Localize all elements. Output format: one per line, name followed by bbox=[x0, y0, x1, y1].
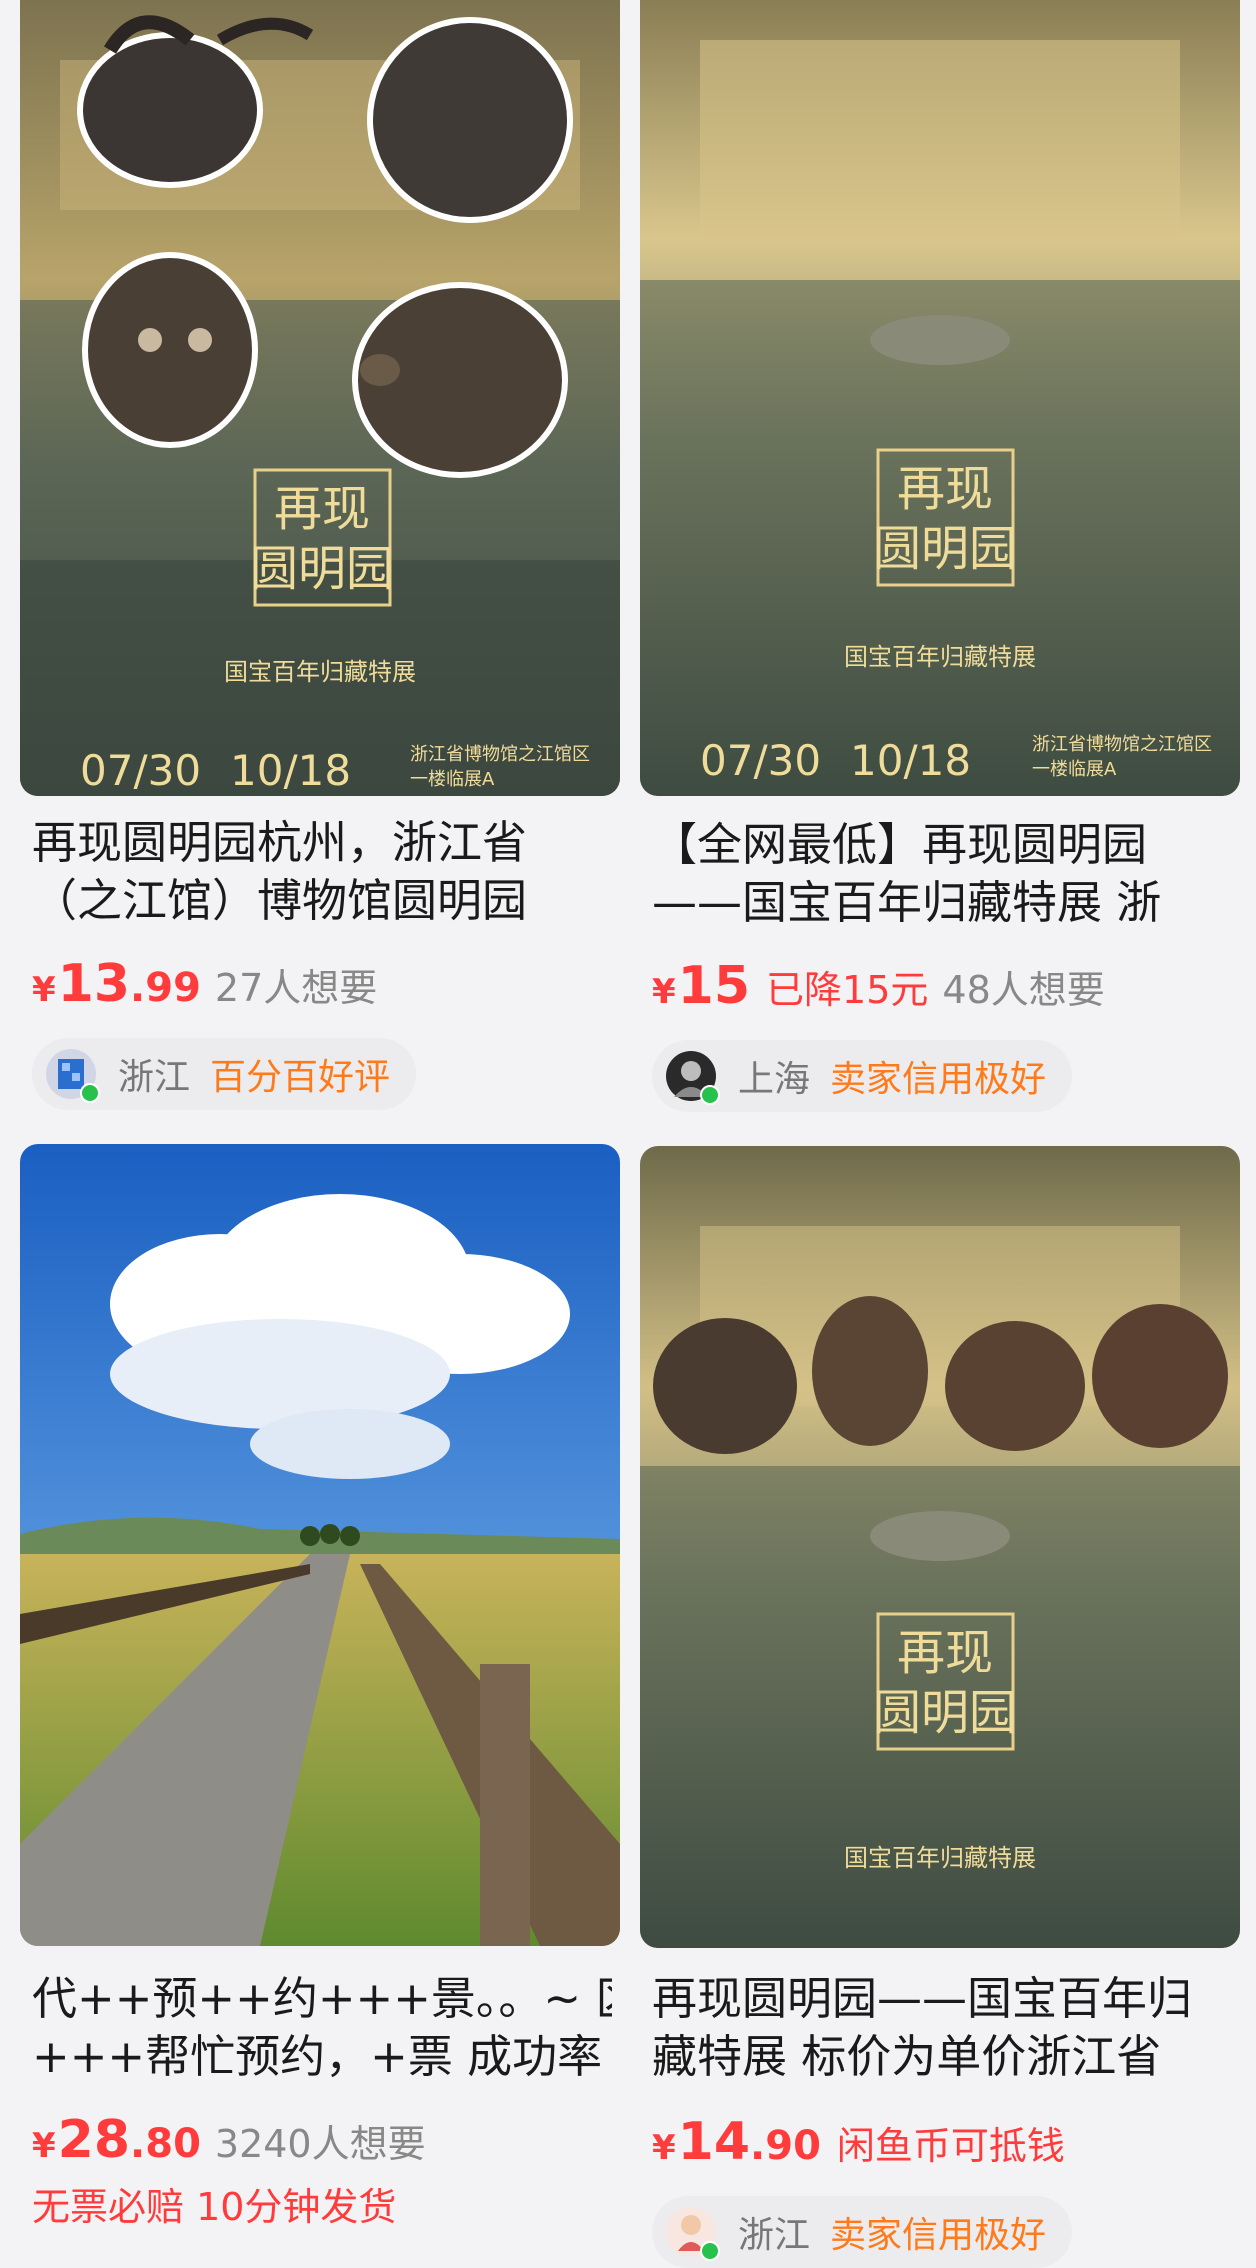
product-title[interactable]: 【全网最低】再现圆明园 ——国宝百年归藏特展 浙 bbox=[652, 816, 1232, 932]
svg-text:一楼临展A: 一楼临展A bbox=[410, 769, 495, 790]
seller-rating-tag: 百分百好评 bbox=[210, 1057, 391, 1098]
svg-text:一楼临展A: 一楼临展A bbox=[1032, 759, 1117, 780]
currency-symbol: ¥ bbox=[32, 970, 56, 1010]
avatar bbox=[666, 1051, 720, 1105]
online-indicator bbox=[700, 2241, 720, 2261]
price-decimal: .90 bbox=[750, 2123, 821, 2169]
price-decimal: .80 bbox=[130, 2121, 201, 2167]
title-line-1: 再现圆明园——国宝百年归 bbox=[652, 1972, 1193, 2025]
svg-text:圆明园: 圆明园 bbox=[873, 521, 1017, 577]
price-row: ¥ 13 .99 27人想要 bbox=[32, 954, 377, 1018]
product-image[interactable]: 再现 圆明园 国宝百年归藏特展 07/30 10/18 浙江省博物馆之江馆区 一… bbox=[20, 0, 620, 796]
monkey-head-icon bbox=[812, 1296, 928, 1446]
ox-head-icon bbox=[653, 1318, 797, 1454]
svg-text:07/30: 07/30 bbox=[700, 736, 821, 785]
price-row: ¥ 14 .90 闲鱼币可抵钱 bbox=[652, 2112, 1065, 2176]
product-title[interactable]: 再现圆明园——国宝百年归 藏特展 标价为单价浙江省 bbox=[652, 1970, 1232, 2086]
online-indicator bbox=[80, 1083, 100, 1103]
product-title[interactable]: 再现圆明园杭州，浙江省 （之江馆）博物馆圆明园 bbox=[32, 814, 612, 930]
coin-discount-tag: 闲鱼币可抵钱 bbox=[836, 2124, 1065, 2168]
tiger-head-icon bbox=[1092, 1304, 1228, 1448]
price-integer: 13 bbox=[57, 954, 131, 1014]
seller-location: 浙江 bbox=[118, 1057, 191, 1098]
price-integer: 14 bbox=[677, 2112, 751, 2172]
want-count: 48人想要 bbox=[942, 968, 1105, 1012]
seller-badge[interactable]: 上海 卖家信用极好 bbox=[652, 1040, 1073, 1112]
title-line-2: （之江馆）博物馆圆明园 bbox=[32, 874, 528, 927]
seller-badge[interactable]: 浙江 百分百好评 bbox=[32, 1038, 417, 1110]
title-line-1: 【全网最低】再现圆明园 bbox=[652, 818, 1148, 871]
monkey-head-icon bbox=[82, 252, 258, 448]
avatar bbox=[46, 1049, 100, 1103]
title-line-1: 再现圆明园杭州，浙江省 bbox=[32, 816, 528, 869]
seller-location: 浙江 bbox=[738, 2215, 811, 2256]
svg-text:再现: 再现 bbox=[897, 1625, 993, 1681]
title-line-1: 代++预++约+++景。。~ 区 bbox=[32, 1972, 612, 2025]
svg-text:圆明园: 圆明园 bbox=[250, 541, 394, 597]
price-drop-tag: 已降15元 bbox=[766, 968, 929, 1012]
title-line-2: 藏特展 标价为单价浙江省 bbox=[652, 2030, 1162, 2083]
seller-location: 上海 bbox=[738, 1059, 811, 1100]
title-line-2: ——国宝百年归藏特展 浙 bbox=[652, 876, 1162, 929]
svg-text:再现: 再现 bbox=[274, 481, 370, 537]
svg-text:国宝百年归藏特展: 国宝百年归藏特展 bbox=[844, 643, 1036, 671]
currency-symbol: ¥ bbox=[652, 2128, 676, 2168]
svg-text:浙江省博物馆之江馆区: 浙江省博物馆之江馆区 bbox=[1032, 734, 1212, 755]
svg-text:圆明园: 圆明园 bbox=[873, 1685, 1017, 1741]
seller-badge[interactable]: 浙江 卖家信用极好 bbox=[652, 2196, 1073, 2268]
product-title[interactable]: 代++预++约+++景。。~ 区 +++帮忙预约，+票 成功率 bbox=[32, 1970, 612, 2086]
currency-symbol: ¥ bbox=[32, 2126, 56, 2166]
pig-head-icon bbox=[352, 282, 568, 478]
svg-text:10/18: 10/18 bbox=[230, 746, 351, 795]
promo-text: 无票必赔 10分钟发货 bbox=[32, 2185, 397, 2229]
tiger-head-icon bbox=[367, 17, 573, 223]
avatar bbox=[666, 2207, 720, 2261]
svg-text:浙江省博物馆之江馆区: 浙江省博物馆之江馆区 bbox=[410, 744, 590, 765]
product-image[interactable]: 再现 圆明园 国宝百年归藏特展 bbox=[640, 1146, 1240, 1948]
online-indicator bbox=[700, 1085, 720, 1105]
seller-rating-tag: 卖家信用极好 bbox=[830, 2215, 1047, 2256]
want-count: 3240人想要 bbox=[214, 2122, 426, 2166]
svg-text:07/30: 07/30 bbox=[80, 746, 201, 795]
price-decimal: .99 bbox=[130, 965, 201, 1011]
price-integer: 28 bbox=[57, 2110, 131, 2170]
price-integer: 15 bbox=[677, 956, 751, 1016]
svg-text:国宝百年归藏特展: 国宝百年归藏特展 bbox=[224, 658, 416, 686]
title-line-2: +++帮忙预约，+票 成功率 bbox=[32, 2030, 603, 2083]
seller-rating-tag: 卖家信用极好 bbox=[830, 1059, 1047, 1100]
want-count: 27人想要 bbox=[214, 966, 378, 1010]
product-image[interactable] bbox=[20, 1144, 620, 1946]
svg-text:10/18: 10/18 bbox=[850, 736, 971, 785]
pig-head-icon bbox=[945, 1321, 1085, 1451]
price-row: ¥ 28 .80 3240人想要 bbox=[32, 2110, 426, 2174]
price-row: ¥ 15 已降15元 48人想要 bbox=[652, 956, 1105, 1020]
svg-text:国宝百年归藏特展: 国宝百年归藏特展 bbox=[844, 1844, 1036, 1872]
product-image[interactable]: 再现 圆明园 国宝百年归藏特展 07/30 10/18 浙江省博物馆之江馆区 一… bbox=[640, 0, 1240, 796]
svg-text:再现: 再现 bbox=[897, 461, 993, 517]
currency-symbol: ¥ bbox=[652, 972, 676, 1012]
